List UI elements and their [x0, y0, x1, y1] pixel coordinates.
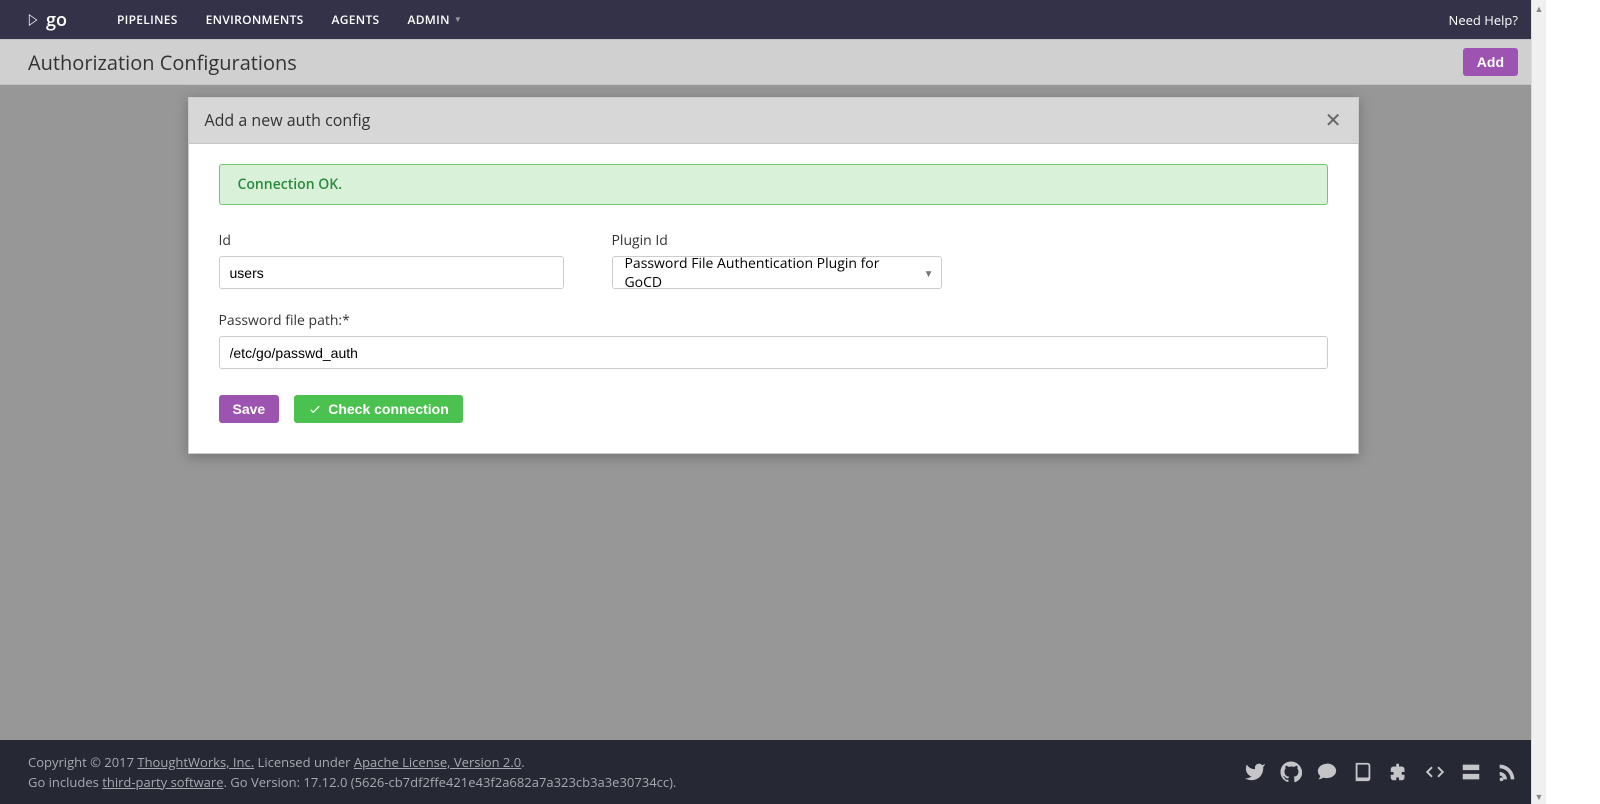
server-icon[interactable]	[1460, 761, 1482, 783]
modal-header: Add a new auth config ✕	[189, 98, 1358, 144]
github-icon[interactable]	[1280, 761, 1302, 783]
primary-nav: PIPELINES ENVIRONMENTS AGENTS ADMIN▼	[117, 11, 462, 28]
version-text: . Go Version: 17.12.0 (5626-cb7df2ffe421…	[224, 773, 677, 791]
close-icon[interactable]: ✕	[1325, 110, 1342, 130]
nav-admin[interactable]: ADMIN▼	[407, 11, 462, 28]
rss-icon[interactable]	[1496, 761, 1518, 783]
modal-body: Connection OK. Id Plugin Id Password Fil…	[189, 144, 1358, 453]
scroll-down-button[interactable]: ▼	[1532, 788, 1546, 804]
check-icon	[308, 402, 322, 416]
book-icon[interactable]	[1352, 761, 1374, 783]
play-icon	[24, 11, 42, 29]
id-field-group: Id	[219, 231, 564, 289]
plugin-icon[interactable]	[1388, 761, 1410, 783]
password-path-label: Password file path:*	[219, 311, 1328, 330]
vertical-scrollbar[interactable]: ▲ ▼	[1531, 0, 1546, 804]
footer-text: Copyright © 2017 ThoughtWorks, Inc. Lice…	[28, 752, 676, 792]
nav-agents[interactable]: AGENTS	[332, 11, 380, 28]
page-content: Add a new auth config ✕ Connection OK. I…	[0, 85, 1546, 740]
page-footer: Copyright © 2017 ThoughtWorks, Inc. Lice…	[0, 740, 1546, 804]
apache-license-link[interactable]: Apache License, Version 2.0	[354, 753, 521, 771]
scroll-up-button[interactable]: ▲	[1532, 0, 1546, 16]
thoughtworks-link[interactable]: ThoughtWorks, Inc.	[137, 753, 254, 771]
nav-environments[interactable]: ENVIRONMENTS	[206, 11, 304, 28]
add-button[interactable]: Add	[1463, 48, 1518, 76]
save-button[interactable]: Save	[219, 395, 280, 423]
twitter-icon[interactable]	[1244, 761, 1266, 783]
need-help-link[interactable]: Need Help?	[1449, 11, 1518, 29]
check-connection-button[interactable]: Check connection	[294, 395, 463, 423]
top-nav-bar: go PIPELINES ENVIRONMENTS AGENTS ADMIN▼ …	[0, 0, 1546, 39]
password-path-group: Password file path:*	[219, 311, 1328, 369]
password-path-input[interactable]	[219, 336, 1328, 369]
modal-actions: Save Check connection	[219, 395, 1328, 423]
check-connection-label: Check connection	[328, 401, 449, 417]
plugin-id-label: Plugin Id	[612, 231, 942, 250]
id-input[interactable]	[219, 256, 564, 289]
copyright-text: Copyright © 2017	[28, 753, 137, 771]
auth-config-modal: Add a new auth config ✕ Connection OK. I…	[188, 97, 1359, 454]
connection-ok-alert: Connection OK.	[219, 164, 1328, 205]
footer-social-icons	[1244, 761, 1518, 783]
api-icon[interactable]	[1424, 761, 1446, 783]
modal-overlay[interactable]: Add a new auth config ✕ Connection OK. I…	[0, 85, 1546, 740]
caret-down-icon: ▼	[454, 14, 462, 25]
plugin-id-select[interactable]: Password File Authentication Plugin for …	[612, 256, 942, 289]
gocd-logo[interactable]: go	[24, 8, 67, 32]
scroll-track[interactable]	[1532, 16, 1546, 788]
third-party-link[interactable]: third-party software	[102, 773, 223, 791]
id-label: Id	[219, 231, 564, 250]
plugin-field-group: Plugin Id Password File Authentication P…	[612, 231, 942, 289]
modal-title: Add a new auth config	[205, 109, 1325, 131]
nav-pipelines[interactable]: PIPELINES	[117, 11, 178, 28]
chat-icon[interactable]	[1316, 761, 1338, 783]
page-header: Authorization Configurations Add	[0, 39, 1546, 85]
page-title: Authorization Configurations	[28, 49, 1463, 76]
